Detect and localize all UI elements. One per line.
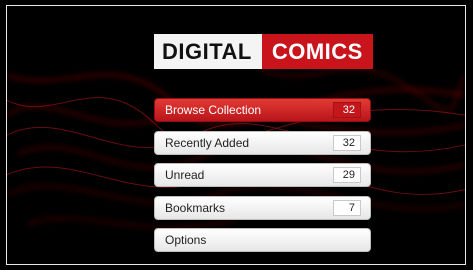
logo-digital: DIGITAL bbox=[154, 34, 262, 69]
count-badge: 32 bbox=[333, 102, 361, 118]
menu-item-label: Options bbox=[165, 233, 207, 247]
count-badge: 29 bbox=[333, 167, 361, 183]
logo-comics: COMICS bbox=[261, 34, 373, 69]
menu-item-recently-added[interactable]: Recently Added 32 bbox=[154, 130, 371, 155]
menu-item-label: Bookmarks bbox=[165, 200, 226, 215]
menu-item-browse-collection[interactable]: Browse Collection 32 bbox=[154, 98, 371, 122]
count-badge: 32 bbox=[333, 134, 361, 151]
menu-item-label: Recently Added bbox=[165, 135, 250, 150]
count-badge: 7 bbox=[333, 199, 361, 216]
menu-item-unread[interactable]: Unread 29 bbox=[154, 163, 371, 187]
main-menu: Browse Collection 32 Recently Added 32 U… bbox=[154, 98, 371, 261]
menu-item-options[interactable]: Options bbox=[154, 228, 371, 252]
menu-item-label: Browse Collection bbox=[165, 103, 262, 117]
menu-item-label: Unread bbox=[165, 168, 205, 182]
app-logo: DIGITAL COMICS bbox=[154, 34, 373, 69]
app-screen: DIGITAL COMICS Browse Collection 32 Rece… bbox=[6, 5, 466, 265]
menu-item-bookmarks[interactable]: Bookmarks 7 bbox=[154, 195, 371, 220]
